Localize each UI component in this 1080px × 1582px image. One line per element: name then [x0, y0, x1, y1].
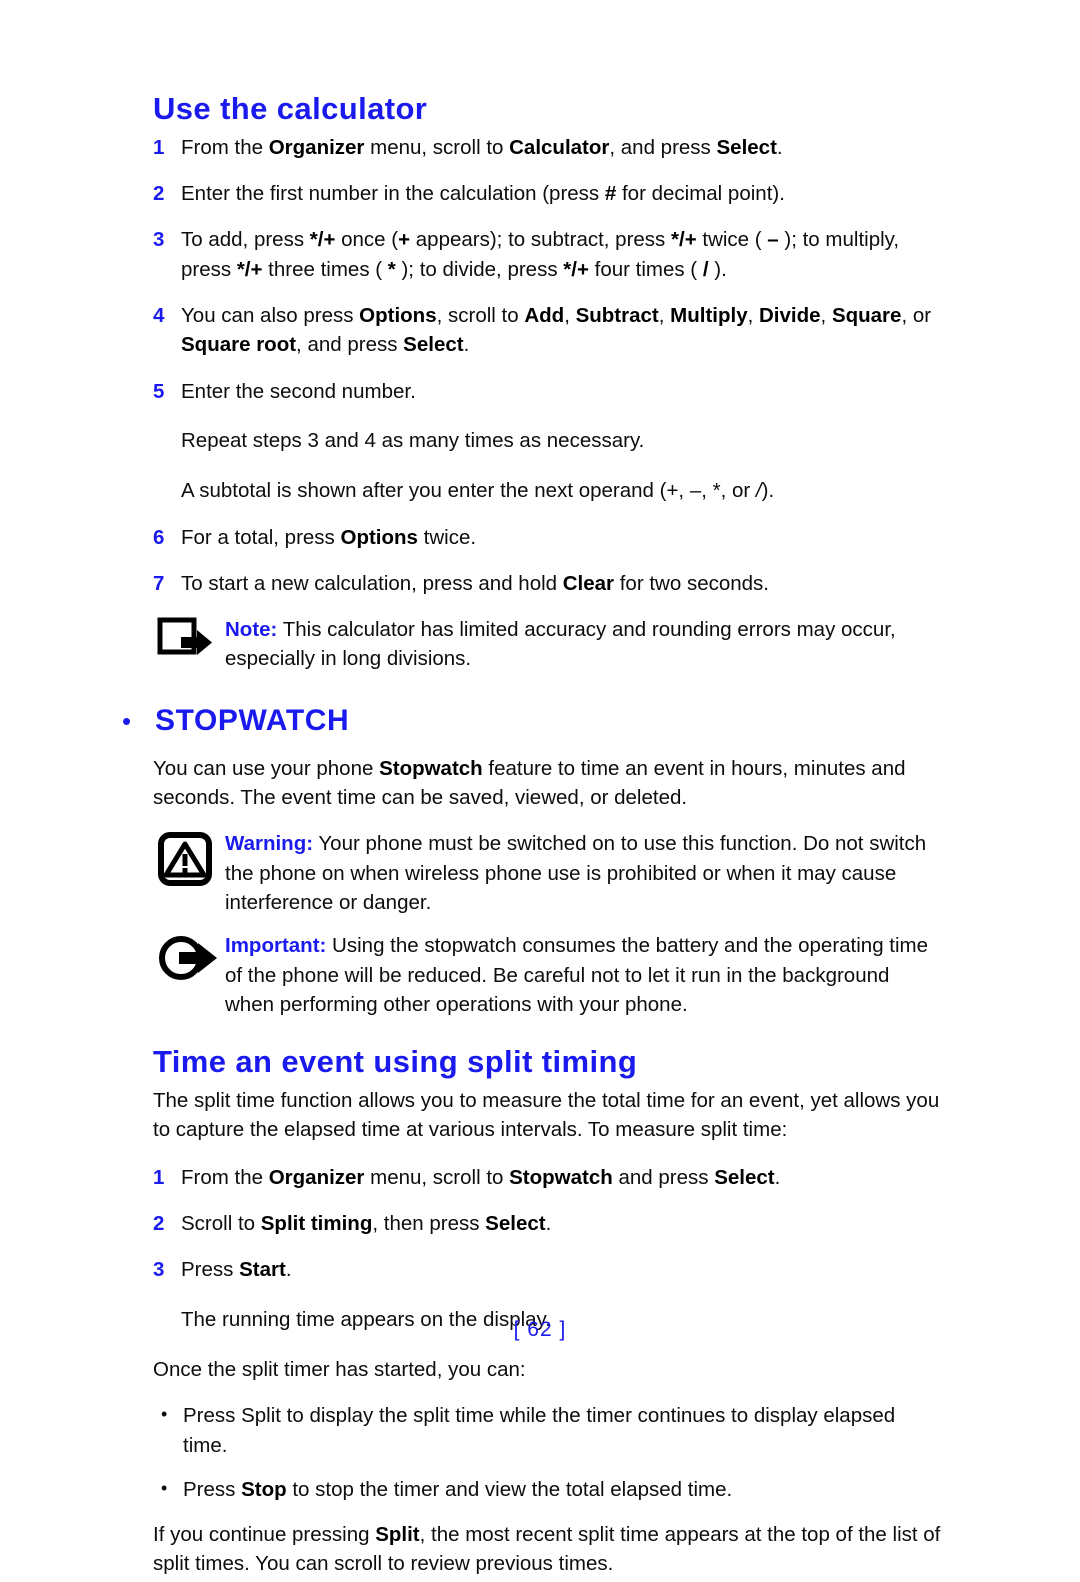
note-body: This calculator has limited accuracy and…: [225, 618, 896, 671]
split-timing-steps-list: 1 From the Organizer menu, scroll to Stop…: [153, 1163, 943, 1285]
calculator-step-text: Enter the first number in the calculatio…: [181, 182, 785, 206]
stopwatch-heading-bullet-icon: •: [122, 705, 132, 736]
calculator-step-item: 1 From the Organizer menu, scroll to Calc…: [153, 133, 943, 162]
important-arrow-icon: [157, 931, 225, 987]
split-timing-step-number: 3: [153, 1258, 165, 1282]
calculator-step-item: 4 You can also press Options, scroll to A…: [153, 301, 943, 360]
important-callout: Important: Using the stopwatch consumes …: [153, 931, 943, 1019]
split-timing-bullet-list: • Press Split to display the split time w…: [153, 1401, 943, 1504]
important-body: Using the stopwatch consumes the battery…: [225, 934, 929, 1016]
warning-triangle-icon: [157, 829, 225, 887]
calculator-step-text: To add, press */+ once (+ appears); to s…: [181, 228, 900, 281]
page-number-footer: [ 62 ]: [513, 1318, 567, 1341]
calculator-step-number: 7: [153, 571, 165, 595]
split-timing-step-text: Press Start.: [181, 1258, 292, 1282]
bullet-dot-icon: •: [161, 1404, 168, 1425]
split-timing-step-number: 2: [153, 1211, 165, 1235]
important-label: Important:: [225, 934, 327, 958]
stopwatch-heading-row: • STOPWATCH: [120, 704, 943, 737]
note-callout: Note: This calculator has limited accura…: [153, 615, 943, 674]
calculator-note-paragraph: Repeat steps 3 and 4 as many times as ne…: [181, 429, 645, 453]
split-timing-step-text: Scroll to Split timing, then press Selec…: [181, 1211, 552, 1235]
document-page: Use the calculator 1 From the Organizer m…: [0, 0, 1080, 1575]
calculator-step-text: Enter the second number.: [181, 379, 416, 403]
warning-callout: Warning: Your phone must be switched on …: [153, 829, 943, 917]
split-timing-bullet-text: Press Stop to stop the timer and view th…: [183, 1477, 733, 1501]
calculator-step-item: 2 Enter the first number in the calculati…: [153, 179, 943, 208]
important-callout-text: Important: Using the stopwatch consumes …: [225, 931, 943, 1019]
calculator-step-number: 3: [153, 228, 165, 252]
split-timing-intro-paragraph: The split time function allows you to me…: [153, 1089, 940, 1142]
calculator-steps-list: 1 From the Organizer menu, scroll to Calc…: [153, 133, 943, 406]
split-timing-bullet-item: • Press Stop to stop the timer and view t…: [153, 1475, 943, 1504]
note-arrow-icon: [157, 615, 225, 671]
split-timing-closing-paragraph: If you continue pressing Split, the most…: [153, 1523, 941, 1576]
split-timing-bullet-text: Press Split to display the split time wh…: [183, 1404, 896, 1457]
note-label: Note:: [225, 618, 278, 642]
calculator-steps-tail: 6 For a total, press Options twice. 7 To st…: [153, 523, 943, 599]
calculator-step-item: 3 To add, press */+ once (+ appears); to …: [153, 225, 943, 284]
calculator-step-item: 6 For a total, press Options twice.: [153, 523, 943, 552]
warning-callout-text: Warning: Your phone must be switched on …: [225, 829, 943, 917]
calculator-step-number: 1: [153, 135, 165, 159]
calculator-step-text: From the Organizer menu, scroll to Calcu…: [181, 135, 783, 159]
calculator-step-number: 2: [153, 182, 165, 206]
warning-body: Your phone must be switched on to use th…: [225, 832, 927, 915]
split-timing-list-intro: Once the split timer has started, you ca…: [153, 1357, 526, 1381]
stopwatch-intro-paragraph: You can use your phone Stopwatch feature…: [153, 756, 906, 810]
calculator-step-text: To start a new calculation, press and ho…: [181, 571, 769, 595]
split-timing-step-item: 3 Press Start.: [153, 1255, 943, 1284]
split-timing-step-item: 1 From the Organizer menu, scroll to Stop…: [153, 1163, 943, 1192]
split-timing-step-number: 1: [153, 1165, 165, 1189]
calculator-step-number: 4: [153, 303, 165, 327]
section-title-stopwatch: STOPWATCH: [155, 703, 350, 737]
calculator-step-number: 5: [153, 379, 165, 403]
page-content: Use the calculator 1 From the Organizer m…: [122, 91, 943, 1582]
calculator-note-paragraph: A subtotal is shown after you enter the …: [181, 479, 775, 503]
split-timing-step-item: 2 Scroll to Split timing, then press Sele…: [153, 1209, 943, 1238]
warning-label: Warning:: [225, 832, 314, 856]
calculator-step-text: You can also press Options, scroll to Ad…: [181, 303, 932, 357]
note-callout-text: Note: This calculator has limited accura…: [225, 615, 943, 674]
split-timing-bullet-item: • Press Split to display the split time w…: [153, 1401, 943, 1460]
section-title-time-an-event-using-split-timing: Time an event using split timing: [153, 1044, 638, 1080]
calculator-step-item: 5 Enter the second number.: [153, 377, 943, 406]
page-title-use-the-calculator: Use the calculator: [153, 91, 428, 126]
calculator-after-step5-notes: Repeat steps 3 and 4 as many times as ne…: [153, 426, 943, 505]
split-timing-step-text: From the Organizer menu, scroll to Stopw…: [181, 1165, 781, 1189]
calculator-step-text: For a total, press Options twice.: [181, 525, 477, 549]
bullet-dot-icon: •: [161, 1477, 168, 1498]
calculator-step-item: 7 To start a new calculation, press and h…: [153, 569, 943, 598]
calculator-step-number: 6: [153, 525, 165, 549]
